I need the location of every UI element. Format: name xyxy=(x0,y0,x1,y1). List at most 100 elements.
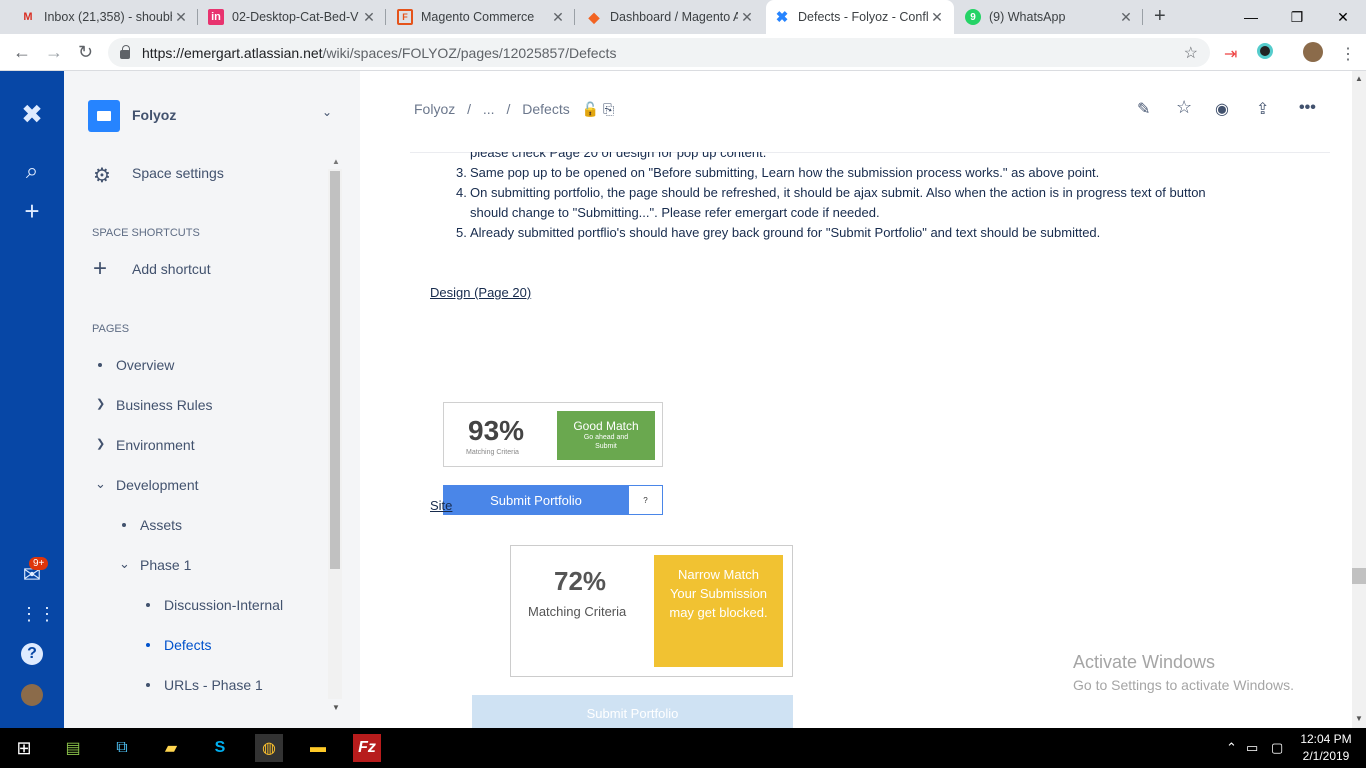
invision-icon: in xyxy=(208,9,224,25)
clock-time: 12:04 PM xyxy=(1300,732,1352,746)
narrow-match-badge: Narrow Match Your Submission may get blo… xyxy=(654,555,783,667)
design-match-card: 93% Matching Criteria Good Match Go ahea… xyxy=(443,402,663,467)
tab-gmail[interactable]: M Inbox (21,358) - shoubh ✕ xyxy=(12,0,198,34)
tab-title: (9) WhatsApp xyxy=(989,10,1066,24)
page-tree-item-urls-phase-1[interactable]: URLs - Phase 1 xyxy=(164,677,263,693)
reload-icon[interactable]: ↻ xyxy=(78,42,93,63)
scroll-down-arrow-icon[interactable]: ▼ xyxy=(1355,714,1363,723)
network-app-icon[interactable]: ⧉ xyxy=(108,734,136,762)
tab-title: Dashboard / Magento A xyxy=(610,10,738,24)
space-shortcuts-heading: SPACE SHORTCUTS xyxy=(92,227,200,239)
back-arrow-icon[interactable]: ← xyxy=(13,42,31,63)
network-tray-icon[interactable]: ▭ xyxy=(1246,740,1258,756)
page-scrollbar[interactable] xyxy=(1352,71,1366,728)
submit-portfolio-button-disabled[interactable]: Submit Portfolio xyxy=(472,695,793,728)
chevron-down-icon[interactable]: ⌄ xyxy=(322,105,332,119)
bookmark-star-icon[interactable]: ☆ xyxy=(1184,43,1198,63)
page-tree-item-environment[interactable]: Environment xyxy=(116,437,195,453)
breadcrumb-ellipsis[interactable]: ... xyxy=(483,101,495,117)
filezilla-app-icon[interactable]: Fz xyxy=(353,734,381,762)
maximize-button[interactable]: ❐ xyxy=(1274,0,1320,34)
watermark-title: Activate Windows xyxy=(1073,652,1216,672)
chevron-down-icon[interactable]: ⌄ xyxy=(119,556,130,572)
chevron-right-icon[interactable]: ❯ xyxy=(96,437,105,450)
space-settings-link[interactable]: Space settings xyxy=(132,165,224,181)
browser-menu-icon[interactable]: ⋮ xyxy=(1340,44,1356,64)
magento-icon: ◆ xyxy=(588,8,600,25)
page-tree-item-business-rules[interactable]: Business Rules xyxy=(116,397,213,413)
browser-tab-bar: M Inbox (21,358) - shoubh ✕ in 02-Deskto… xyxy=(0,0,1366,34)
tab-whatsapp[interactable]: 9 (9) WhatsApp ✕ xyxy=(957,0,1143,34)
scroll-up-arrow-icon[interactable]: ▲ xyxy=(1355,74,1363,83)
chrome-app-icon[interactable]: ◍ xyxy=(255,734,283,762)
sticky-notes-app-icon[interactable]: ▰ xyxy=(157,734,185,762)
help-icon[interactable]: ? xyxy=(21,643,43,665)
search-icon[interactable]: ⌕ xyxy=(20,159,44,183)
share-icon[interactable]: ⇪ xyxy=(1256,99,1269,119)
breadcrumb-space[interactable]: Folyoz xyxy=(414,101,455,117)
new-tab-button[interactable]: + xyxy=(1154,5,1166,28)
user-avatar[interactable] xyxy=(21,684,43,706)
design-page-link[interactable]: Design (Page 20) xyxy=(430,285,531,300)
breadcrumb-current[interactable]: Defects xyxy=(522,101,569,117)
close-tab-icon[interactable]: ✕ xyxy=(1117,9,1135,26)
file-explorer-app-icon[interactable]: ▬ xyxy=(304,734,332,762)
tab-magento-dashboard[interactable]: ◆ Dashboard / Magento A ✕ xyxy=(578,0,764,34)
color-extension-icon[interactable] xyxy=(1257,43,1273,59)
more-actions-icon[interactable]: ••• xyxy=(1299,99,1316,117)
scroll-up-arrow-icon[interactable]: ▲ xyxy=(332,157,340,166)
narrow-match-text: Narrow Match Your Submission may get blo… xyxy=(669,567,768,620)
list-item: please check Page 20 of design for pop u… xyxy=(470,145,767,160)
tab-defects[interactable]: ✖ Defects - Folyoz - Confl ✕ xyxy=(766,0,954,34)
chevron-right-icon[interactable]: ❯ xyxy=(96,397,105,410)
notification-center-icon[interactable]: ▢ xyxy=(1271,740,1283,756)
notepad-app-icon[interactable]: ▤ xyxy=(59,734,87,762)
minimize-button[interactable]: — xyxy=(1228,0,1274,34)
edit-pencil-icon[interactable]: ✎ xyxy=(1137,99,1150,119)
url-host: https://emergart.atlassian.net xyxy=(142,44,323,61)
page-tree-item-assets[interactable]: Assets xyxy=(140,517,182,533)
site-link[interactable]: Site xyxy=(430,498,452,513)
tab-magento-commerce[interactable]: F Magento Commerce ✕ xyxy=(389,0,575,34)
url-input[interactable]: https://emergart.atlassian.net/wiki/spac… xyxy=(108,38,1210,67)
help-button[interactable]: ? xyxy=(628,485,663,515)
page-tree-item-discussion-internal[interactable]: Discussion-Internal xyxy=(164,597,283,613)
close-tab-icon[interactable]: ✕ xyxy=(928,9,946,26)
list-item: 4. On submitting portfolio, the page shou… xyxy=(456,185,1206,200)
page-tree-item-development[interactable]: Development xyxy=(116,477,199,493)
cast-extension-icon[interactable]: ⇥ xyxy=(1224,44,1237,64)
page-tree-item-overview[interactable]: Overview xyxy=(116,357,174,373)
close-window-button[interactable]: ✕ xyxy=(1320,0,1366,34)
space-name[interactable]: Folyoz xyxy=(132,107,176,123)
watch-eye-icon[interactable]: ◉ xyxy=(1215,99,1229,119)
profile-avatar[interactable] xyxy=(1303,42,1323,62)
windows-start-icon[interactable]: ⊞ xyxy=(10,734,38,762)
close-tab-icon[interactable]: ✕ xyxy=(738,9,756,26)
chevron-down-icon[interactable]: ⌄ xyxy=(95,476,106,492)
close-tab-icon[interactable]: ✕ xyxy=(549,9,567,26)
star-icon[interactable]: ☆ xyxy=(1176,97,1192,118)
confluence-logo-icon[interactable]: ✖ xyxy=(20,101,44,127)
tab-invision[interactable]: in 02-Desktop-Cat-Bed-V ✕ xyxy=(200,0,386,34)
app-switcher-icon[interactable]: ⋮⋮⋮ xyxy=(20,602,74,626)
unlock-icon[interactable]: 🔓 xyxy=(582,101,599,117)
forward-arrow-icon[interactable]: → xyxy=(45,42,63,63)
page-tree-item-phase-1[interactable]: Phase 1 xyxy=(140,557,191,573)
tray-chevron-up-icon[interactable]: ⌃ xyxy=(1226,740,1237,756)
submit-portfolio-button[interactable]: Submit Portfolio xyxy=(443,485,629,515)
scroll-down-arrow-icon[interactable]: ▼ xyxy=(332,703,340,712)
add-shortcut-link[interactable]: Add shortcut xyxy=(132,261,211,277)
sidebar-scroll-thumb[interactable] xyxy=(330,171,340,569)
magento-commerce-icon: F xyxy=(397,9,413,25)
activate-windows-watermark: Activate Windows Go to Settings to activ… xyxy=(1073,652,1294,693)
close-tab-icon[interactable]: ✕ xyxy=(172,9,190,26)
page-scroll-thumb[interactable] xyxy=(1352,568,1366,584)
skype-app-icon[interactable]: S xyxy=(206,734,234,762)
close-tab-icon[interactable]: ✕ xyxy=(360,9,378,26)
taskbar-clock[interactable]: 12:04 PM 2/1/2019 xyxy=(1296,731,1356,765)
create-plus-icon[interactable]: + xyxy=(20,198,44,224)
attachment-icon[interactable]: ⎘ xyxy=(603,101,614,117)
watermark-subtitle: Go to Settings to activate Windows. xyxy=(1073,677,1294,693)
space-sidebar: Folyoz ⌄ ⚙ Space settings SPACE SHORTCUT… xyxy=(64,71,360,728)
page-tree-item-defects[interactable]: Defects xyxy=(164,637,211,653)
